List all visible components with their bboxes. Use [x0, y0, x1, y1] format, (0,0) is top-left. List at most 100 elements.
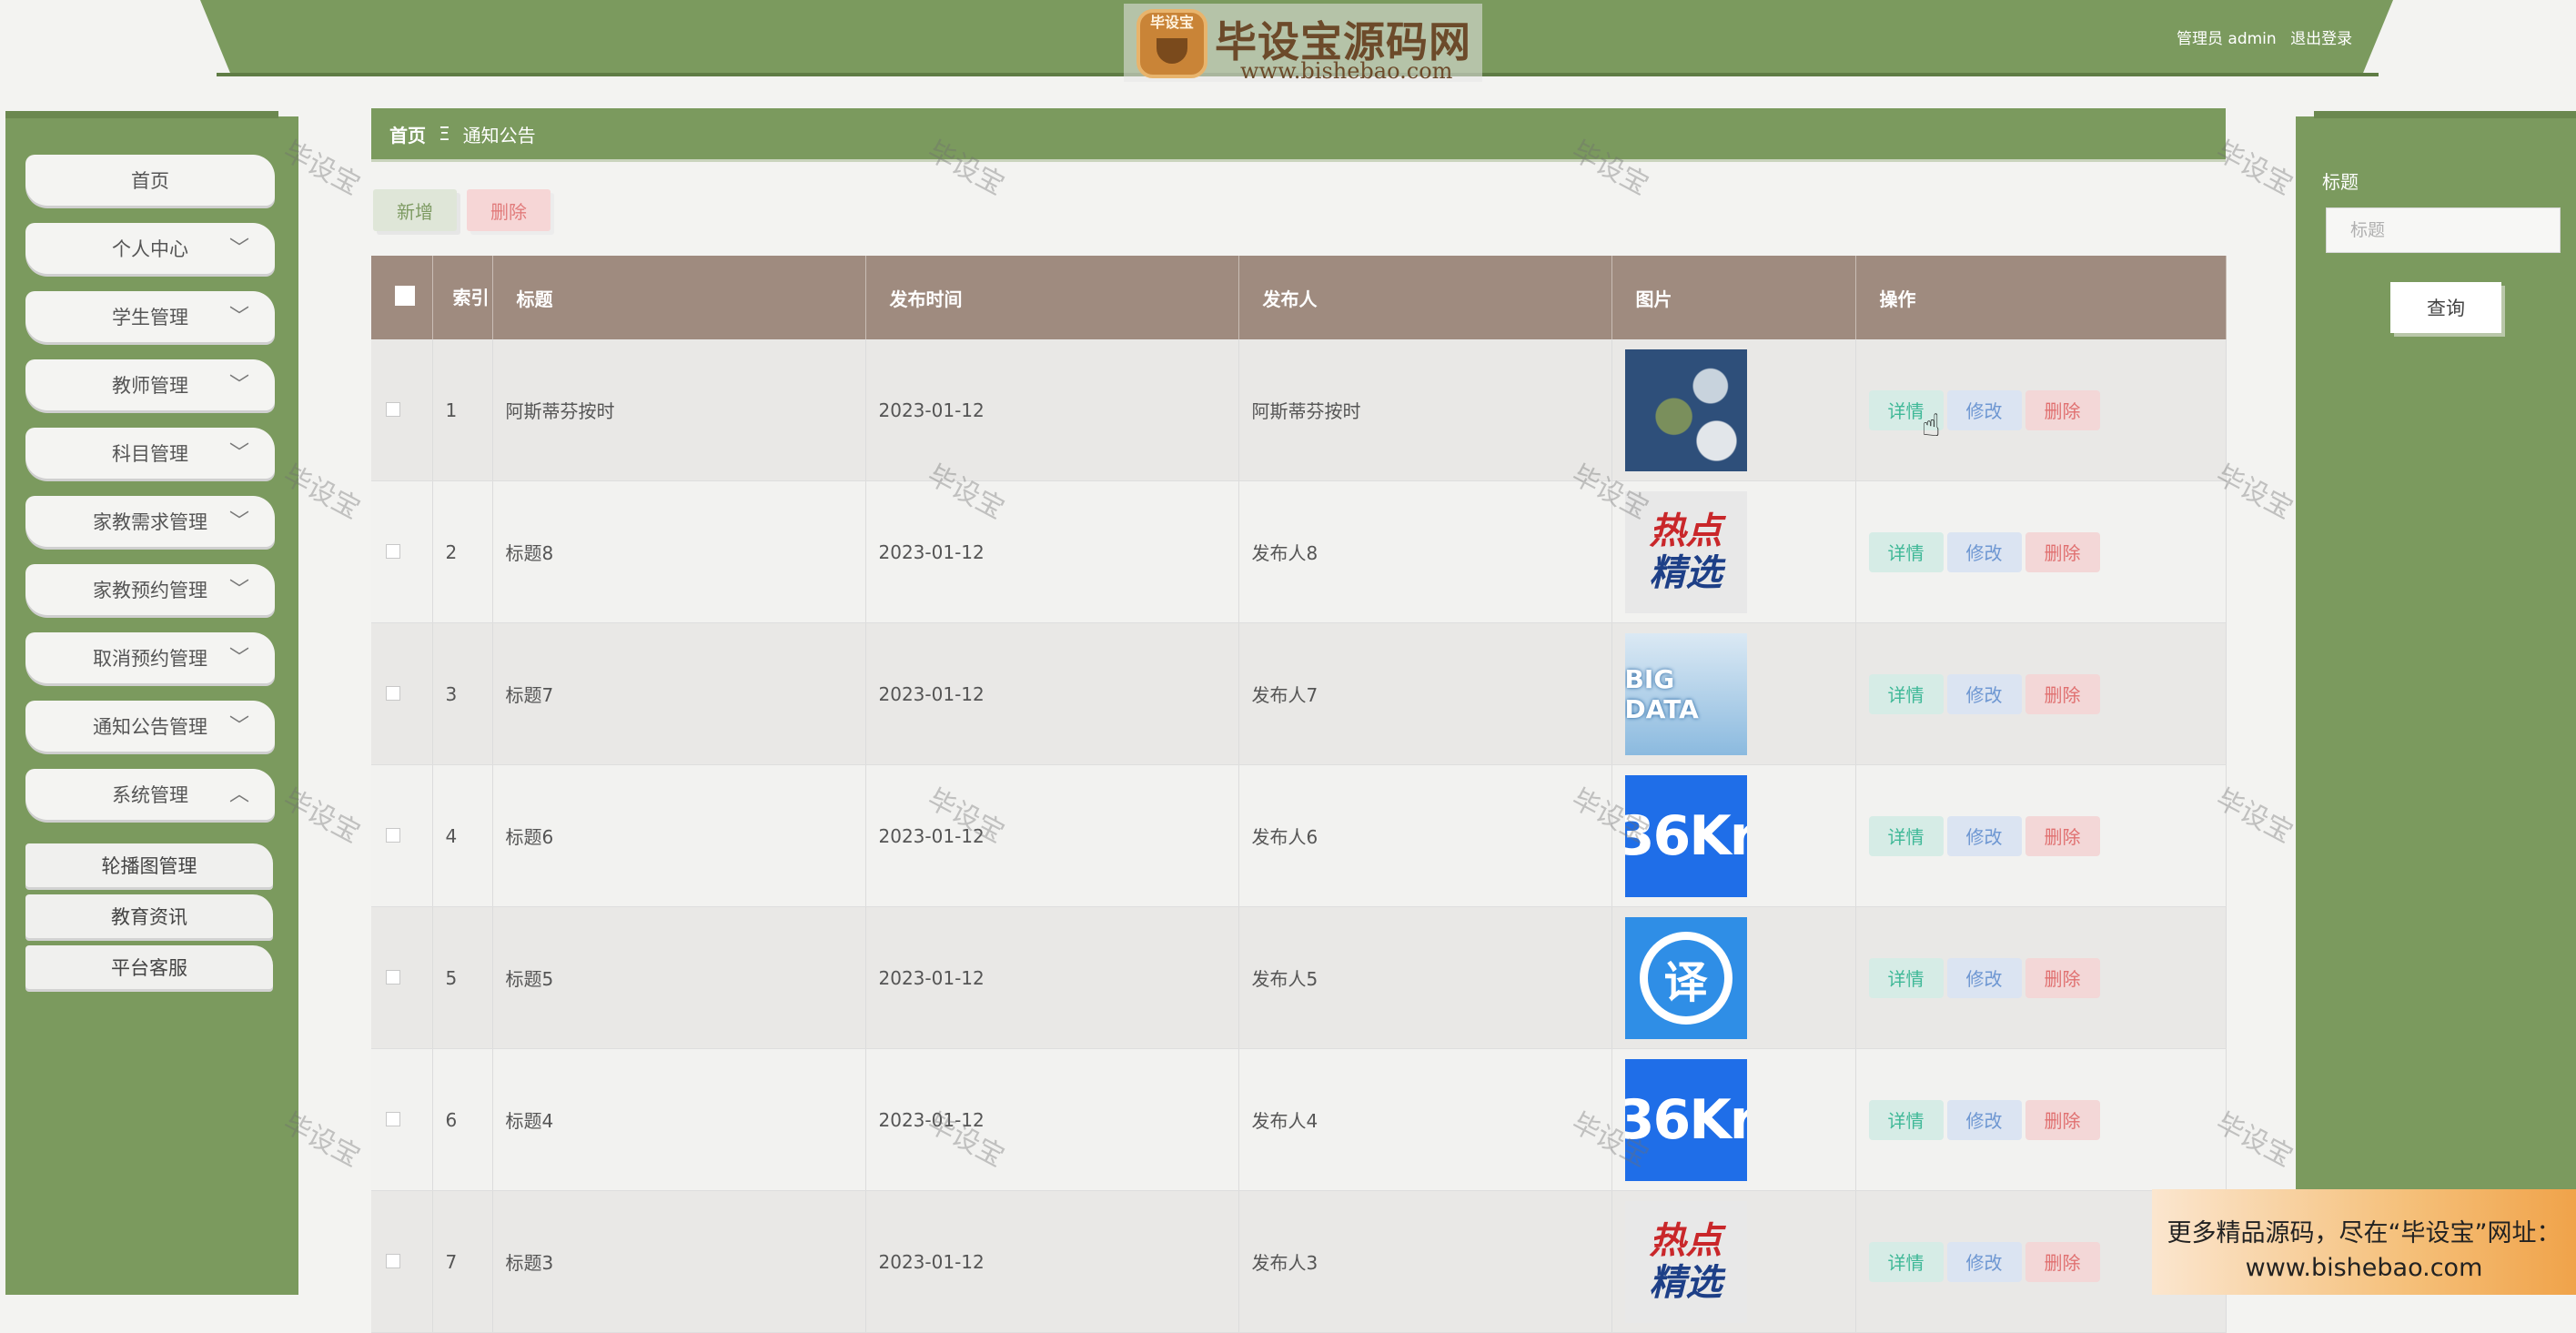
image-text: 热点	[1649, 1219, 1722, 1262]
big-data-cloud-image[interactable]: BIG DATA	[1624, 632, 1747, 755]
sidebar-item-teacher-management[interactable]: 教师管理 ﹀	[25, 359, 275, 410]
row-image-cell: 译	[1611, 906, 1856, 1049]
row-checkbox[interactable]	[386, 827, 400, 843]
row-publisher: 发布人7	[1238, 622, 1612, 765]
row-image-cell: 热点 精选	[1611, 480, 1856, 623]
delete-button[interactable]: 删除	[2025, 389, 2100, 430]
chevron-up-icon: ︿	[228, 783, 249, 806]
translate-icon-image[interactable]: 译	[1624, 916, 1747, 1039]
sidebar-item-label: 通知公告管理	[93, 716, 207, 738]
edit-button[interactable]: 修改	[1946, 1241, 2022, 1282]
breadcrumb-separator: Ξ	[439, 123, 450, 145]
sidebar-item-label: 学生管理	[112, 307, 188, 328]
detail-button[interactable]: 详情	[1868, 957, 1944, 998]
row-time: 2023-01-12	[865, 339, 1239, 481]
sidebar-item-personal-center[interactable]: 个人中心 ﹀	[25, 223, 275, 274]
delete-button[interactable]: 删除	[2025, 815, 2100, 856]
detail-button[interactable]: 详情	[1868, 815, 1944, 856]
logout-link[interactable]: 退出登录	[2290, 30, 2352, 48]
row-index: 1	[432, 339, 493, 481]
row-time: 2023-01-12	[865, 480, 1239, 623]
row-index: 7	[432, 1190, 493, 1333]
chevron-down-icon: ﹀	[228, 510, 249, 533]
delete-button[interactable]: 删除	[2025, 957, 2100, 998]
add-button[interactable]: 新增	[373, 189, 457, 231]
sidebar-item-system-management[interactable]: 系统管理 ︿	[25, 769, 275, 820]
edit-button[interactable]: 修改	[1946, 815, 2022, 856]
edit-button[interactable]: 修改	[1946, 531, 2022, 572]
delete-button[interactable]: 删除	[2025, 1241, 2100, 1282]
sidebar-item-cancel-booking[interactable]: 取消预约管理 ﹀	[25, 632, 275, 683]
edit-button[interactable]: 修改	[1946, 389, 2022, 430]
row-checkbox[interactable]	[386, 685, 400, 701]
search-button[interactable]: 查询	[2390, 282, 2501, 333]
row-time: 2023-01-12	[865, 906, 1239, 1049]
detail-button[interactable]: 详情	[1868, 1241, 1944, 1282]
table-row: 4 标题6 2023-01-12 发布人6 36Kr 详情 修改 删除	[371, 764, 2227, 907]
row-select-cell	[371, 1190, 433, 1333]
row-checkbox[interactable]	[386, 1253, 400, 1268]
row-select-cell	[371, 906, 433, 1049]
sidebar-subitem-label: 轮播图管理	[101, 855, 197, 877]
breadcrumb-home[interactable]: 首页	[389, 121, 426, 147]
sidebar-subitem-customer-service[interactable]: 平台客服	[25, 945, 273, 989]
detail-button[interactable]: 详情	[1868, 673, 1944, 714]
row-title: 标题7	[492, 622, 866, 765]
row-title: 标题3	[492, 1190, 866, 1333]
logo-badge-icon: 毕设宝	[1136, 9, 1207, 78]
promo-line-1: 更多精品源码，尽在“毕设宝”网址：	[2167, 1219, 2561, 1247]
row-time: 2023-01-12	[865, 1190, 1239, 1333]
edit-button[interactable]: 修改	[1946, 1099, 2022, 1140]
table-row: 7 标题3 2023-01-12 发布人3 热点 精选 详情 修改 删除	[371, 1190, 2227, 1333]
36kr-logo-image[interactable]: 36Kr	[1624, 774, 1747, 897]
row-checkbox[interactable]	[386, 543, 400, 559]
sidebar-subitem-carousel[interactable]: 轮播图管理	[25, 843, 273, 887]
row-actions: 详情 修改 删除	[1855, 1048, 2227, 1191]
row-index: 3	[432, 622, 493, 765]
row-image-cell: BIG DATA	[1611, 622, 1856, 765]
site-logo: 毕设宝 毕设宝源码网 www.bishebao.com	[1124, 4, 1482, 84]
sidebar-item-label: 科目管理	[112, 443, 188, 465]
table-header-row: 索引 标题 发布时间 发布人 图片 操作	[371, 256, 2227, 339]
sidebar-item-tutor-booking[interactable]: 家教预约管理 ﹀	[25, 564, 275, 615]
edit-button[interactable]: 修改	[1946, 957, 2022, 998]
chevron-down-icon: ﹀	[228, 715, 249, 738]
delete-button[interactable]: 删除	[2025, 1099, 2100, 1140]
column-header-time: 发布时间	[865, 256, 1239, 339]
detail-button[interactable]: 详情	[1868, 531, 1944, 572]
row-actions: 详情 修改 删除	[1855, 480, 2227, 623]
sidebar-item-label: 首页	[131, 170, 169, 192]
search-title-input[interactable]	[2326, 207, 2561, 253]
edit-button[interactable]: 修改	[1946, 673, 2022, 714]
sidebar-item-label: 家教需求管理	[93, 511, 207, 533]
sidebar-item-home[interactable]: 首页	[25, 155, 275, 206]
sidebar-item-student-management[interactable]: 学生管理 ﹀	[25, 291, 275, 342]
select-all-checkbox[interactable]	[395, 285, 415, 306]
row-publisher: 发布人8	[1238, 480, 1612, 623]
hot-picks-image[interactable]: 热点 精选	[1624, 490, 1747, 613]
delete-button[interactable]: 删除	[2025, 531, 2100, 572]
row-checkbox[interactable]	[386, 1111, 400, 1126]
image-text: 热点	[1649, 510, 1722, 552]
row-time: 2023-01-12	[865, 764, 1239, 907]
row-select-cell	[371, 764, 433, 907]
row-select-cell	[371, 622, 433, 765]
row-checkbox[interactable]	[386, 401, 400, 417]
36kr-logo-image[interactable]: 36Kr	[1624, 1058, 1747, 1181]
sidebar-item-tutor-demand[interactable]: 家教需求管理 ﹀	[25, 496, 275, 547]
delete-button[interactable]: 删除	[2025, 673, 2100, 714]
detail-button[interactable]: 详情	[1868, 1099, 1944, 1140]
row-checkbox[interactable]	[386, 969, 400, 985]
table-row: 6 标题4 2023-01-12 发布人4 36Kr 详情 修改 删除	[371, 1048, 2227, 1191]
admin-info: 管理员 admin 退出登录	[2177, 25, 2361, 48]
sidebar-subitem-education-news[interactable]: 教育资讯	[25, 894, 273, 938]
sidebar-subitem-label: 教育资讯	[111, 906, 187, 928]
satellite-map-image[interactable]	[1624, 348, 1747, 471]
promo-banner: 更多精品源码，尽在“毕设宝”网址： www.bishebao.com	[2152, 1189, 2576, 1295]
sidebar-item-subject-management[interactable]: 科目管理 ﹀	[25, 428, 275, 479]
bulk-delete-button[interactable]: 删除	[467, 189, 551, 231]
sidebar-item-notice-management[interactable]: 通知公告管理 ﹀	[25, 701, 275, 752]
row-title: 标题5	[492, 906, 866, 1049]
hot-picks-image[interactable]: 热点 精选	[1624, 1200, 1747, 1323]
row-title: 阿斯蒂芬按时	[492, 339, 866, 481]
